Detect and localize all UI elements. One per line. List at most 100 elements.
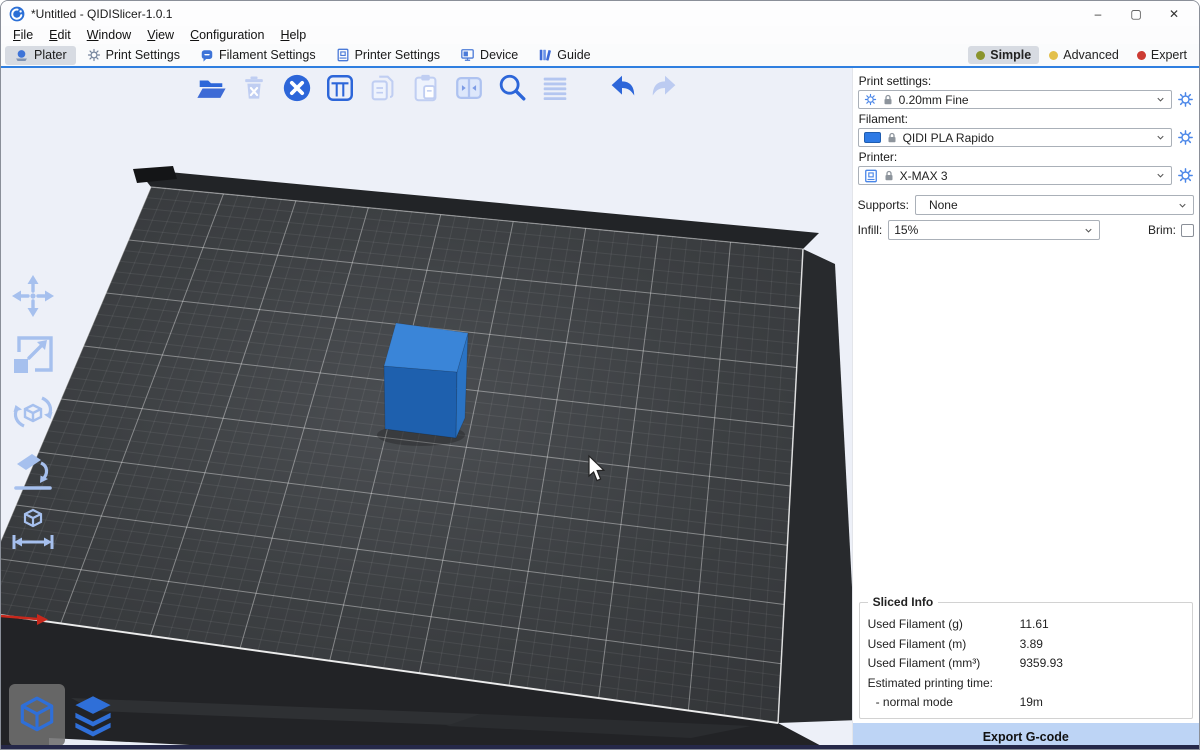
minimize-button[interactable]: –	[1079, 2, 1117, 26]
close-button[interactable]: ✕	[1155, 2, 1193, 26]
brim-label: Brim:	[1148, 223, 1176, 237]
preview-layers-icon	[71, 693, 115, 737]
paste-button[interactable]	[408, 70, 444, 106]
window-bottom-edge	[1, 745, 1200, 749]
editor-view-button[interactable]	[9, 684, 65, 746]
place-on-face-tool-button[interactable]	[8, 445, 58, 495]
gear-icon	[87, 48, 101, 62]
edit-print-settings-button[interactable]	[1177, 91, 1194, 108]
infill-label: Infill:	[858, 223, 883, 237]
menu-configuration[interactable]: Configuration	[182, 27, 272, 43]
split-view-button[interactable]	[451, 70, 487, 106]
undo-icon	[605, 72, 639, 104]
infill-value: 15%	[894, 223, 918, 237]
view-mode-toggle	[9, 684, 121, 746]
arrange-button[interactable]	[322, 70, 358, 106]
open-file-button[interactable]	[193, 70, 229, 106]
variable-layer-height-icon	[539, 72, 571, 104]
used-filament-m-value: 3.89	[1020, 637, 1184, 651]
tab-printer-settings[interactable]: Printer Settings	[327, 46, 449, 64]
undo-button[interactable]	[604, 70, 640, 106]
viewport-3d[interactable]	[1, 68, 852, 750]
rotate-icon	[9, 388, 57, 436]
lock-icon	[886, 132, 898, 144]
advanced-mode-dot	[1049, 51, 1058, 60]
tab-print-settings[interactable]: Print Settings	[78, 46, 189, 64]
settings-panel: Print settings: 0.20mm Fine Filament: QI…	[852, 68, 1199, 750]
paste-icon	[410, 72, 442, 104]
tab-label: Device	[480, 48, 518, 62]
printer-select[interactable]: X-MAX 3	[858, 166, 1172, 185]
title-bar: *Untitled - QIDISlicer-1.0.1 – ▢ ✕	[1, 1, 1199, 26]
edit-filament-button[interactable]	[1177, 129, 1194, 146]
menu-help[interactable]: Help	[272, 27, 314, 43]
arrange-icon	[324, 72, 356, 104]
used-filament-m-label: Used Filament (m)	[868, 637, 1020, 651]
chevron-down-icon	[1155, 132, 1166, 143]
build-plate-scene[interactable]	[1, 68, 852, 750]
mode-switcher: Simple Advanced Expert	[966, 46, 1195, 64]
3d-editor-icon	[16, 694, 58, 736]
tab-plater[interactable]: Plater	[5, 46, 76, 65]
tab-filament-settings[interactable]: Filament Settings	[191, 46, 325, 64]
mode-expert[interactable]: Expert	[1129, 46, 1195, 64]
printer-value: X-MAX 3	[900, 169, 948, 183]
delete-button[interactable]	[236, 70, 272, 106]
infill-select[interactable]: 15%	[888, 220, 1100, 240]
tab-device[interactable]: Device	[451, 46, 527, 64]
window-title: *Untitled - QIDISlicer-1.0.1	[31, 7, 172, 21]
rotate-tool-button[interactable]	[8, 387, 58, 437]
device-icon	[460, 48, 475, 62]
chevron-down-icon	[1177, 200, 1188, 211]
mode-simple[interactable]: Simple	[968, 46, 1039, 64]
printer-icon	[864, 169, 878, 183]
filament-select[interactable]: QIDI PLA Rapido	[858, 128, 1172, 147]
simple-mode-dot	[976, 51, 985, 60]
normal-mode-label: - normal mode	[868, 695, 1020, 709]
edit-printer-button[interactable]	[1177, 167, 1194, 184]
gear-icon	[864, 93, 877, 106]
menu-file[interactable]: File	[5, 27, 41, 43]
printer-label: Printer:	[859, 150, 1194, 164]
variable-layer-height-button[interactable]	[537, 70, 573, 106]
sliced-info-title: Sliced Info	[868, 595, 939, 609]
chevron-down-icon	[1155, 94, 1166, 105]
move-tool-button[interactable]	[8, 271, 58, 321]
menu-view[interactable]: View	[139, 27, 182, 43]
redo-icon	[648, 72, 682, 104]
menu-edit[interactable]: Edit	[41, 27, 79, 43]
supports-select[interactable]: None	[915, 195, 1194, 215]
search-icon	[496, 72, 528, 104]
plater-icon	[14, 48, 29, 63]
tab-bar: Plater Print Settings Filament Settings …	[1, 44, 1199, 68]
redo-button[interactable]	[647, 70, 683, 106]
print-settings-label: Print settings:	[859, 74, 1194, 88]
tab-guide[interactable]: Guide	[529, 46, 599, 64]
lock-icon	[882, 94, 894, 106]
filament-value: QIDI PLA Rapido	[903, 131, 994, 145]
tab-label: Plater	[34, 48, 67, 62]
menu-window[interactable]: Window	[79, 27, 139, 43]
chevron-down-icon	[1083, 225, 1094, 236]
search-button[interactable]	[494, 70, 530, 106]
preview-view-button[interactable]	[65, 684, 121, 746]
mode-advanced[interactable]: Advanced	[1041, 46, 1127, 64]
supports-value: None	[921, 198, 958, 212]
copy-button[interactable]	[365, 70, 401, 106]
delete-all-button[interactable]	[279, 70, 315, 106]
measure-tool-button[interactable]	[8, 503, 58, 553]
chevron-down-icon	[1155, 170, 1166, 181]
used-filament-g-value: 11.61	[1020, 617, 1184, 631]
maximize-button[interactable]: ▢	[1117, 2, 1155, 26]
brim-checkbox[interactable]	[1181, 224, 1194, 237]
sliced-info-box: Sliced Info Used Filament (g) 11.61 Used…	[859, 602, 1193, 720]
move-icon	[9, 272, 57, 320]
scale-tool-button[interactable]	[8, 329, 58, 379]
mode-label: Simple	[990, 48, 1031, 62]
measure-icon	[9, 504, 57, 552]
lock-icon	[883, 170, 895, 182]
tab-label: Print Settings	[106, 48, 180, 62]
printer-icon	[336, 48, 350, 62]
print-settings-value: 0.20mm Fine	[899, 93, 969, 107]
print-settings-select[interactable]: 0.20mm Fine	[858, 90, 1172, 109]
